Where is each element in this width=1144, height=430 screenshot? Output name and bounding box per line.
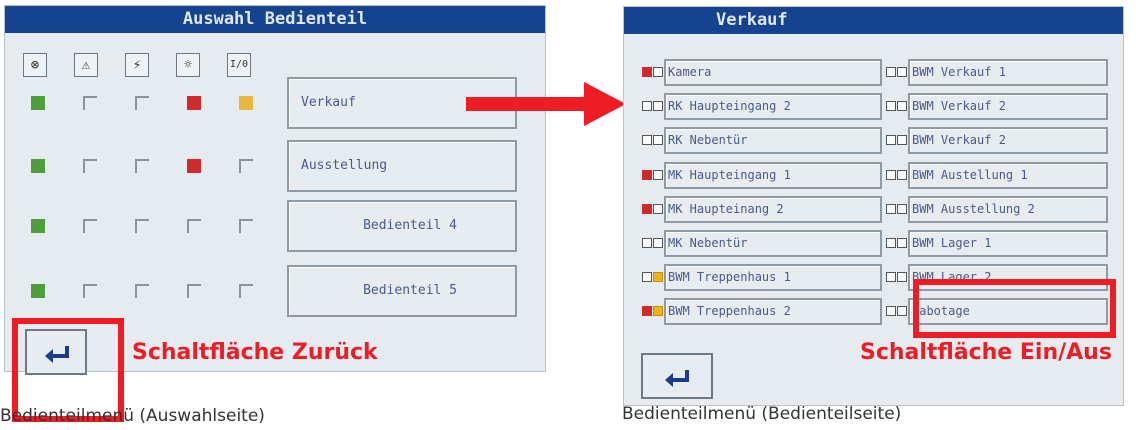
fault-circle-icon: ⊗	[23, 53, 47, 77]
state-indicator	[897, 101, 907, 112]
state-indicator	[897, 135, 907, 146]
status-indicator	[31, 219, 45, 233]
state-indicator	[653, 272, 663, 283]
on-off-icon: I/0	[227, 53, 251, 77]
zone-button[interactable]: BWM Ausstellung 2	[908, 195, 1108, 223]
status-indicator	[135, 284, 149, 298]
status-indicator	[83, 219, 97, 233]
alarm-indicator	[886, 101, 896, 112]
alarm-indicator	[886, 203, 896, 214]
status-indicator	[135, 96, 149, 110]
panel-button[interactable]: Bedienteil 5	[287, 265, 517, 317]
status-indicator	[187, 96, 201, 110]
state-indicator	[897, 272, 907, 283]
alarm-indicator	[642, 306, 652, 317]
status-indicator	[187, 159, 201, 173]
status-indicator	[187, 284, 201, 298]
alarm-indicator	[886, 169, 896, 180]
alarm-indicator	[642, 169, 652, 180]
status-indicator	[31, 96, 45, 110]
state-indicator	[897, 169, 907, 180]
state-indicator	[897, 203, 907, 214]
alarm-indicator	[886, 306, 896, 317]
status-indicator	[83, 159, 97, 173]
status-indicator	[135, 159, 149, 173]
alarm-indicator	[886, 67, 896, 77]
state-indicator	[653, 306, 663, 317]
status-indicator	[31, 284, 45, 298]
alarm-indicator	[642, 101, 652, 112]
alarm-indicator	[886, 135, 896, 146]
control-title: Verkauf	[624, 7, 1123, 34]
control-caption: Bedienteilmenü (Bedienteilseite)	[622, 404, 902, 424]
zone-button[interactable]: BWM Treppenhaus 1	[664, 264, 882, 292]
zone-button[interactable]: MK Haupteingang 1	[664, 161, 882, 189]
status-indicator	[239, 219, 253, 233]
alarm-indicator	[642, 238, 652, 248]
state-indicator	[653, 135, 663, 146]
status-indicator	[239, 284, 253, 298]
zone-button[interactable]: BWM Verkauf 1	[908, 59, 1108, 86]
zone-button[interactable]: MK Haupteinang 2	[664, 195, 882, 223]
panel-button[interactable]: Ausstellung	[287, 140, 517, 192]
status-indicator	[239, 159, 253, 173]
alarm-indicator	[642, 67, 652, 77]
status-indicator	[239, 96, 253, 110]
status-indicator	[83, 284, 97, 298]
sabotage-highlight	[913, 279, 1116, 338]
state-indicator	[897, 306, 907, 317]
transition-arrow	[466, 82, 626, 126]
state-indicator	[897, 67, 907, 77]
status-indicator	[187, 219, 201, 233]
alarm-indicator	[886, 238, 896, 248]
selection-title: Auswahl Bedienteil	[5, 6, 545, 33]
state-indicator	[653, 169, 663, 180]
lamp-icon: ☼	[176, 53, 200, 77]
back-button-2[interactable]	[641, 353, 713, 399]
panel-button[interactable]: Bedienteil 4	[287, 200, 517, 252]
selection-panel: Auswahl Bedienteil ⊗ ⚠ ⚡ ☼ I/0 Verkauf Ausste…	[4, 5, 546, 375]
status-indicator	[135, 219, 149, 233]
zone-button[interactable]: BWM Austellung 1	[908, 161, 1108, 189]
warning-triangle-icon: ⚠	[74, 53, 98, 77]
state-indicator	[653, 101, 663, 112]
alarm-indicator	[642, 272, 652, 283]
lightning-triangle-icon: ⚡	[125, 53, 149, 77]
zone-button[interactable]: RK Nebentür	[664, 127, 882, 155]
zone-button[interactable]: RK Haupteingang 2	[664, 93, 882, 121]
on-off-callout: Schaltfläche Ein/Aus	[860, 340, 1112, 365]
state-indicator	[897, 238, 907, 248]
state-indicator	[653, 67, 663, 77]
return-arrow-icon-2	[665, 370, 689, 387]
back-button-callout: Schaltfläche Zurück	[132, 340, 378, 365]
status-indicator	[31, 159, 45, 173]
alarm-indicator	[642, 203, 652, 214]
alarm-indicator	[886, 272, 896, 283]
selection-caption: Bedienteilmenü (Auswahlseite)	[0, 406, 265, 426]
alarm-indicator	[642, 135, 652, 146]
zone-button[interactable]: BWM Lager 1	[908, 230, 1108, 257]
status-indicator	[83, 96, 97, 110]
zone-button[interactable]: Kamera	[664, 59, 882, 86]
zone-button[interactable]: BWM Verkauf 2	[908, 127, 1108, 155]
zone-button[interactable]: MK Nebentür	[664, 230, 882, 257]
zone-button[interactable]: BWM Verkauf 2	[908, 93, 1108, 121]
state-indicator	[653, 203, 663, 214]
zone-button[interactable]: BWM Treppenhaus 2	[664, 298, 882, 326]
state-indicator	[653, 238, 663, 248]
